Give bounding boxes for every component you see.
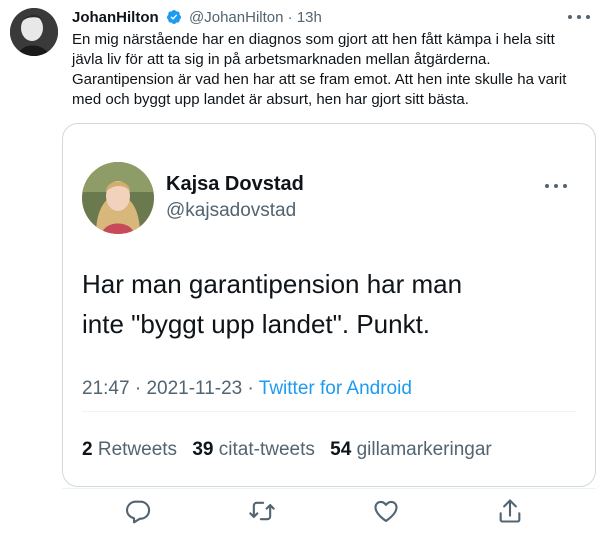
quoted-author-handle[interactable]: @kajsadovstad	[166, 199, 296, 223]
quoted-stats: 2 Retweets 39 citat-tweets 54 gillamarke…	[82, 438, 502, 462]
retweets-count: 2	[82, 439, 93, 460]
meta-separator: ·	[134, 378, 142, 399]
quotes-count: 39	[192, 439, 214, 460]
quoted-author-name[interactable]: Kajsa Dovstad	[166, 172, 304, 196]
tweet-text-line: med och byggt upp landet är absurt, hen …	[72, 91, 469, 108]
quoted-tweet-text: Har man garantipension har man inte "byg…	[82, 264, 462, 344]
likes-stat[interactable]: 54 gillamarkeringar	[330, 439, 492, 460]
author-name[interactable]: JohanHilton	[72, 9, 159, 26]
quoted-tweet-meta: 21:47 · 2021-11-23 · Twitter for Android	[82, 377, 412, 401]
quoted-time[interactable]: 21:47	[82, 378, 130, 399]
quotes-label: citat-tweets	[218, 439, 315, 460]
quoted-author-avatar-image	[82, 162, 154, 234]
tweet-text-line: jävla liv för att ta sig in på arbetsmar…	[72, 51, 491, 68]
reply-icon[interactable]	[124, 497, 152, 525]
tweet-header: JohanHilton @JohanHilton · 13h	[72, 8, 590, 28]
likes-count: 54	[330, 439, 352, 460]
author-avatar-image	[10, 8, 58, 56]
likes-label: gillamarkeringar	[356, 439, 492, 460]
divider	[82, 411, 576, 412]
verified-badge-icon	[166, 9, 182, 25]
quoted-source-link[interactable]: Twitter for Android	[259, 378, 412, 399]
tweet-text-line: Garantipension är vad hen har att se fra…	[72, 71, 567, 88]
retweet-icon[interactable]	[248, 497, 276, 525]
quoted-text-line: Har man garantipension har man	[82, 269, 463, 299]
quoted-text-line: inte "byggt upp landet". Punkt.	[82, 309, 431, 339]
retweets-stat[interactable]: 2 Retweets	[82, 439, 177, 460]
author-handle[interactable]: @JohanHilton	[189, 9, 283, 26]
heart-icon[interactable]	[372, 497, 400, 525]
header-separator: ·	[287, 9, 293, 26]
retweets-label: Retweets	[97, 439, 178, 460]
quotes-stat[interactable]: 39 citat-tweets	[192, 439, 315, 460]
share-icon[interactable]	[496, 497, 524, 525]
tweet-timestamp[interactable]: 13h	[297, 9, 322, 26]
quoted-more-options-icon[interactable]	[545, 181, 567, 191]
author-avatar[interactable]	[10, 8, 58, 56]
quoted-date[interactable]: 2021-11-23	[146, 378, 242, 399]
quoted-tweet-card[interactable]: Kajsa Dovstad @kajsadovstad Har man gara…	[62, 123, 596, 487]
tweet-text: En mig närstående har en diagnos som gjo…	[72, 30, 592, 110]
quoted-author-avatar[interactable]	[82, 162, 154, 234]
tweet-text-line: En mig närstående har en diagnos som gjo…	[72, 31, 555, 48]
meta-separator: ·	[247, 378, 254, 399]
more-options-icon[interactable]	[568, 10, 590, 24]
tweet-action-bar	[62, 488, 596, 533]
